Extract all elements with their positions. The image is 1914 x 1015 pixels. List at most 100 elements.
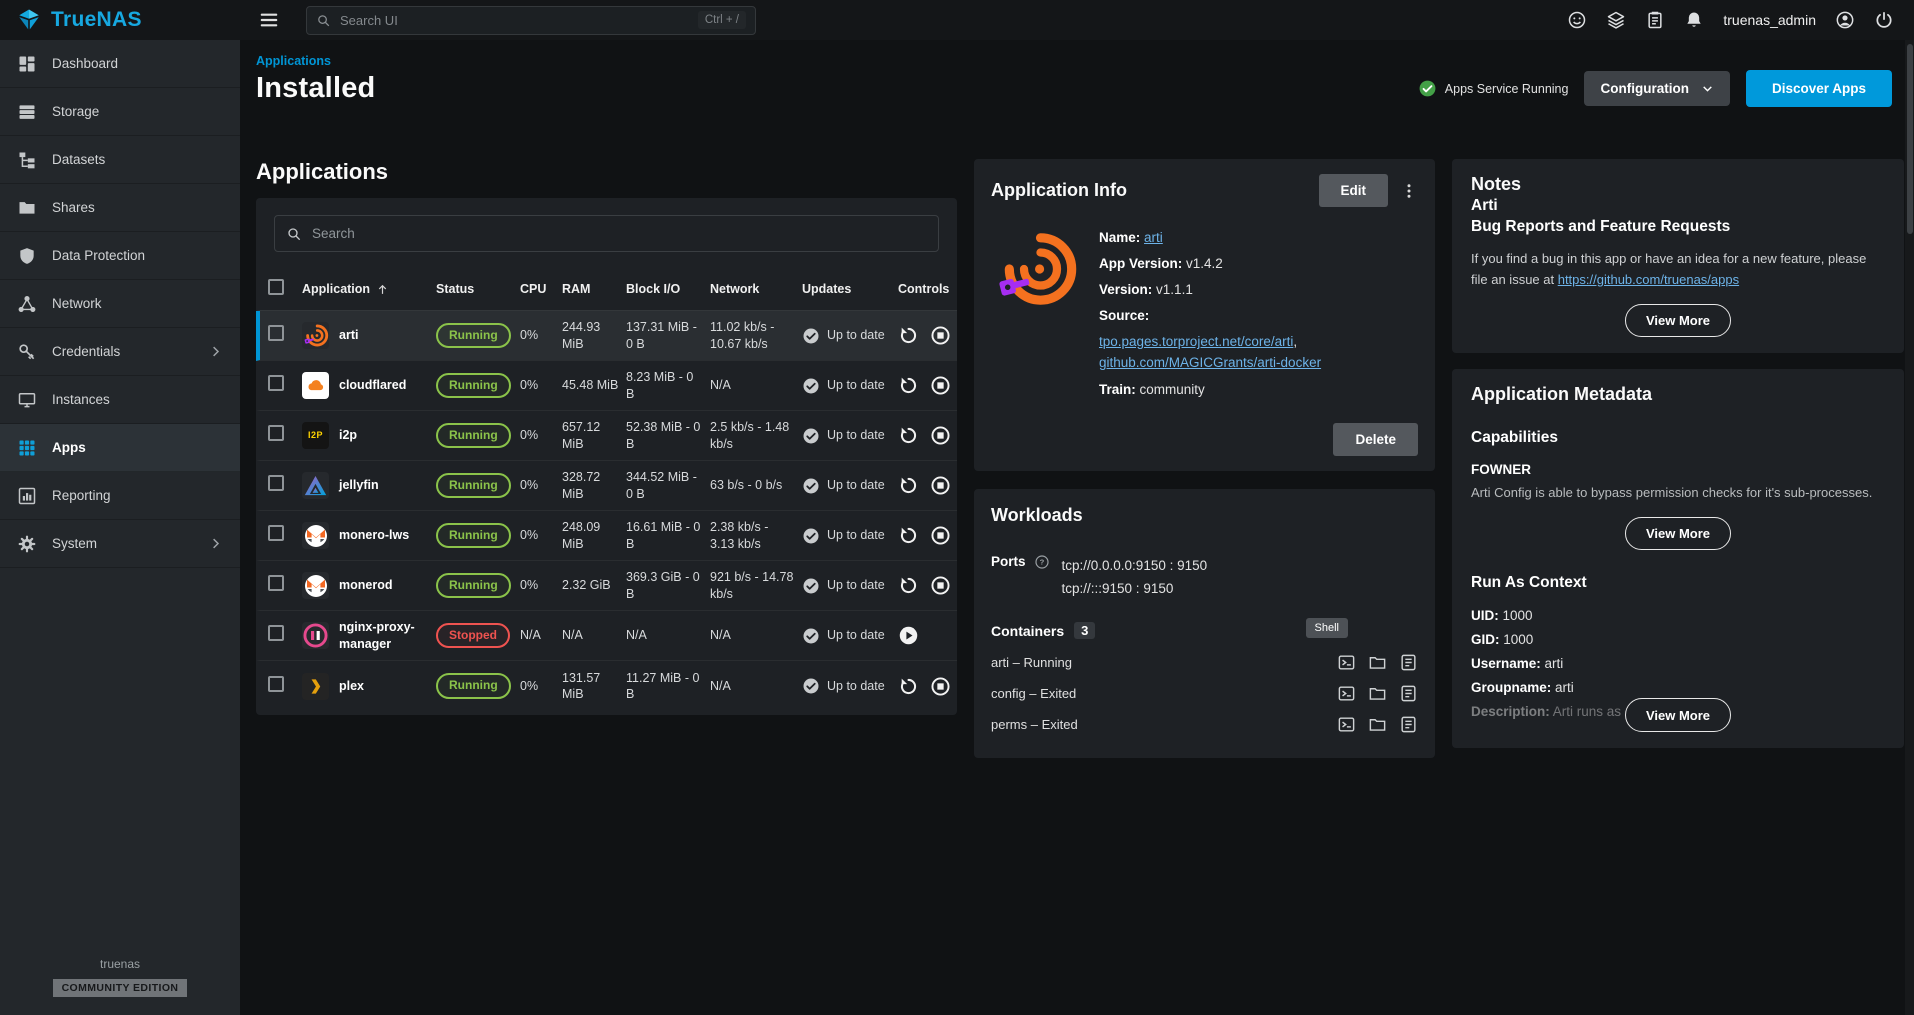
row-checkbox[interactable] xyxy=(268,625,284,641)
restart-button[interactable] xyxy=(898,676,919,697)
table-row-cloudflared[interactable]: cloudflared Running 0% 45.48 MiB 8.23 Mi… xyxy=(256,361,957,411)
restart-button[interactable] xyxy=(898,425,919,446)
row-checkbox[interactable] xyxy=(268,676,284,692)
edit-button[interactable]: Edit xyxy=(1319,174,1389,207)
sidebar-item-system[interactable]: System xyxy=(0,520,240,568)
alerts-bell-icon[interactable] xyxy=(1684,10,1704,30)
network-value: 63 b/s - 0 b/s xyxy=(710,472,802,498)
apps-search[interactable] xyxy=(274,215,939,252)
app-icon-cloudflared xyxy=(302,372,329,399)
help-icon[interactable]: ? xyxy=(1034,554,1050,600)
row-checkbox[interactable] xyxy=(268,425,284,441)
row-checkbox[interactable] xyxy=(268,375,284,391)
global-search-input[interactable] xyxy=(340,13,689,28)
kebab-menu-icon[interactable] xyxy=(1400,182,1418,200)
logged-in-username[interactable]: truenas_admin xyxy=(1723,12,1816,28)
stop-button[interactable] xyxy=(930,575,951,596)
power-icon[interactable] xyxy=(1874,10,1894,30)
volumes-folder-icon[interactable] xyxy=(1368,715,1387,734)
feedback-smiley-icon[interactable] xyxy=(1567,10,1587,30)
notes-title: Notes xyxy=(1471,174,1885,195)
page-scrollbar-thumb[interactable] xyxy=(1907,44,1913,234)
menu-toggle-icon[interactable] xyxy=(258,9,280,31)
stop-button[interactable] xyxy=(930,375,951,396)
column-network[interactable]: Network xyxy=(710,276,802,302)
restart-button[interactable] xyxy=(898,325,919,346)
table-row-i2p[interactable]: I2P i2p Running 0% 657.12 MiB 52.38 MiB … xyxy=(256,411,957,461)
source-link-github[interactable]: github.com/MAGICGrants/arti-docker xyxy=(1099,355,1321,370)
restart-button[interactable] xyxy=(898,475,919,496)
table-row-monero-lws[interactable]: monero-lws Running 0% 248.09 MiB 16.61 M… xyxy=(256,511,957,561)
sidebar-item-network[interactable]: Network xyxy=(0,280,240,328)
shell-icon[interactable] xyxy=(1337,715,1356,734)
volumes-folder-icon[interactable] xyxy=(1368,653,1387,672)
column-cpu[interactable]: CPU xyxy=(520,276,562,302)
sidebar-item-instances[interactable]: Instances xyxy=(0,376,240,424)
app-name: i2p xyxy=(339,427,357,443)
stop-button[interactable] xyxy=(930,475,951,496)
sidebar-item-shares[interactable]: Shares xyxy=(0,184,240,232)
stacked-layers-icon[interactable] xyxy=(1606,10,1626,30)
column-application[interactable]: Application xyxy=(302,276,436,302)
sidebar-item-dashboard[interactable]: Dashboard xyxy=(0,40,240,88)
uid-label: UID: xyxy=(1471,608,1499,623)
table-row-plex[interactable]: plex Running 0% 131.57 MiB 11.27 MiB - 0… xyxy=(256,661,957,711)
sidebar-label: Shares xyxy=(52,200,95,215)
shield-icon xyxy=(17,246,37,266)
stop-button[interactable] xyxy=(930,325,951,346)
logs-icon[interactable] xyxy=(1399,684,1418,703)
column-status[interactable]: Status xyxy=(436,276,520,302)
stop-button[interactable] xyxy=(930,676,951,697)
source-separator: , xyxy=(1293,334,1297,349)
table-row-arti[interactable]: arti Running 0% 244.93 MiB 137.31 MiB - … xyxy=(256,311,957,361)
sidebar-item-storage[interactable]: Storage xyxy=(0,88,240,136)
stop-button[interactable] xyxy=(930,425,951,446)
sidebar-item-apps[interactable]: Apps xyxy=(0,424,240,472)
discover-apps-button[interactable]: Discover Apps xyxy=(1746,70,1892,107)
apps-search-input[interactable] xyxy=(312,226,927,241)
app-name-link[interactable]: arti xyxy=(1144,230,1163,245)
sidebar-item-credentials[interactable]: Credentials xyxy=(0,328,240,376)
restart-button[interactable] xyxy=(898,525,919,546)
select-all-checkbox[interactable] xyxy=(268,279,284,295)
restart-button[interactable] xyxy=(898,575,919,596)
user-avatar-icon[interactable] xyxy=(1835,10,1855,30)
page-scrollbar[interactable] xyxy=(1905,40,1914,1015)
block-io-value: 344.52 MiB - 0 B xyxy=(626,464,710,507)
run-as-view-more-button[interactable]: View More xyxy=(1625,698,1731,732)
stop-button[interactable] xyxy=(930,525,951,546)
app-version-label: App Version: xyxy=(1099,256,1182,271)
capabilities-view-more-button[interactable]: View More xyxy=(1625,517,1731,550)
delete-button[interactable]: Delete xyxy=(1333,423,1418,456)
start-button[interactable] xyxy=(898,625,919,646)
restart-button[interactable] xyxy=(898,375,919,396)
row-checkbox[interactable] xyxy=(268,475,284,491)
notes-view-more-button[interactable]: View More xyxy=(1625,304,1731,337)
column-block-io[interactable]: Block I/O xyxy=(626,276,710,302)
logs-icon[interactable] xyxy=(1399,715,1418,734)
row-checkbox[interactable] xyxy=(268,525,284,541)
configuration-button[interactable]: Configuration xyxy=(1584,71,1729,106)
table-row-nginx-proxy-manager[interactable]: nginx-proxy-manager Stopped N/A N/A N/A … xyxy=(256,611,957,661)
breadcrumb[interactable]: Applications xyxy=(256,54,1892,68)
column-ram[interactable]: RAM xyxy=(562,276,626,302)
sidebar-item-data-protection[interactable]: Data Protection xyxy=(0,232,240,280)
jobs-clipboard-icon[interactable] xyxy=(1645,10,1665,30)
truenas-logo[interactable]: TrueNAS xyxy=(0,7,240,33)
row-checkbox[interactable] xyxy=(268,575,284,591)
logs-icon[interactable] xyxy=(1399,653,1418,672)
shell-icon[interactable] xyxy=(1337,653,1356,672)
datasets-icon xyxy=(17,150,37,170)
table-row-jellyfin[interactable]: jellyfin Running 0% 328.72 MiB 344.52 Mi… xyxy=(256,461,957,511)
sidebar-item-datasets[interactable]: Datasets xyxy=(0,136,240,184)
sidebar-item-reporting[interactable]: Reporting xyxy=(0,472,240,520)
row-checkbox[interactable] xyxy=(268,325,284,341)
column-updates[interactable]: Updates xyxy=(802,276,898,302)
volumes-folder-icon[interactable] xyxy=(1368,684,1387,703)
issues-link[interactable]: https://github.com/truenas/apps xyxy=(1558,272,1739,287)
shell-icon[interactable] xyxy=(1337,684,1356,703)
table-row-monerod[interactable]: monerod Running 0% 2.32 GiB 369.3 GiB - … xyxy=(256,561,957,611)
source-link-torproject[interactable]: tpo.pages.torproject.net/core/arti xyxy=(1099,334,1293,349)
capability-description: Arti Config is able to bypass permission… xyxy=(1471,483,1885,503)
global-search[interactable]: Ctrl + / xyxy=(306,6,756,35)
